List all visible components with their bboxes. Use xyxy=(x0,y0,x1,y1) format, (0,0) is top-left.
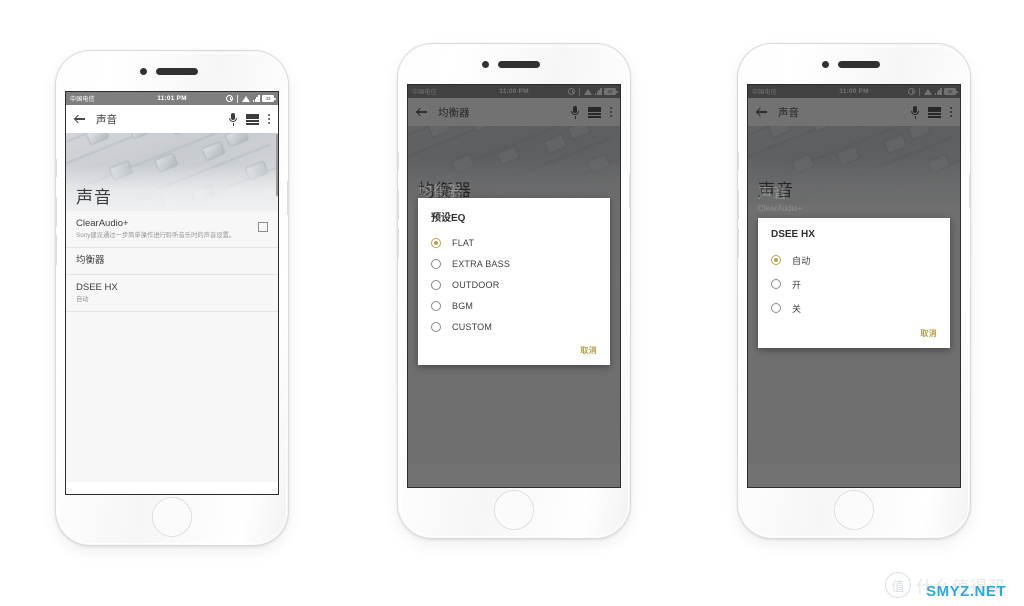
earpiece-speaker xyxy=(156,68,198,75)
watermark-badge: 值 xyxy=(885,572,911,598)
radio-button[interactable] xyxy=(431,300,441,311)
radio-option-off[interactable]: 关 xyxy=(758,296,950,320)
dialog-title: DSEE HX xyxy=(771,229,815,240)
option-label: 自动 xyxy=(792,255,811,266)
radio-option-custom[interactable]: CUSTOM xyxy=(418,316,610,337)
list-item-title: ClearAudio+ xyxy=(76,218,129,229)
overflow-menu-icon[interactable] xyxy=(267,113,270,126)
radio-option-auto[interactable]: 自动 xyxy=(758,248,950,272)
dialog-title: 预设EQ xyxy=(431,213,466,224)
radio-option-extra-bass[interactable]: EXTRA BASS xyxy=(418,253,610,274)
alarm-icon xyxy=(226,95,234,102)
volume-down-button[interactable] xyxy=(397,228,399,258)
option-label: OUTDOOR xyxy=(452,279,500,290)
power-button[interactable] xyxy=(629,174,631,208)
scrollbar-thumb[interactable] xyxy=(275,134,278,196)
home-button[interactable] xyxy=(153,498,191,536)
device-side-button[interactable] xyxy=(397,152,399,170)
front-camera-icon xyxy=(822,61,829,68)
settings-list-1: ClearAudio+ Sony建议通过一步简单操作进行聆听音乐时的声音设置。 … xyxy=(66,211,278,312)
radio-option-flat[interactable]: FLAT xyxy=(418,232,610,253)
battery-icon: 43 xyxy=(262,95,276,102)
back-arrow-icon[interactable] xyxy=(74,113,86,125)
radio-button[interactable] xyxy=(771,279,781,289)
list-item[interactable]: 均衡器 xyxy=(66,248,278,275)
list-item[interactable]: ClearAudio+ Sony建议通过一步简单操作进行聆听音乐时的声音设置。 xyxy=(66,211,278,248)
option-label: EXTRA BASS xyxy=(452,258,511,269)
preset-eq-dialog: 预设EQ FLAT EXTRA BASS OUTDOOR BGM CUSTOM xyxy=(418,198,610,365)
status-icons: 43 xyxy=(226,94,276,103)
home-button[interactable] xyxy=(495,491,533,529)
device-side-button[interactable] xyxy=(737,152,739,170)
bluetooth-icon xyxy=(236,94,240,103)
option-label: BGM xyxy=(452,300,474,311)
phone-device-3: 中国电信 11:00 PM 43 声音 xyxy=(737,44,971,538)
list-icon[interactable] xyxy=(246,113,259,125)
list-item[interactable]: DSEE HX 自动 xyxy=(66,275,278,312)
option-label: 关 xyxy=(792,303,802,314)
earpiece-speaker xyxy=(498,61,540,68)
radio-button[interactable] xyxy=(771,303,781,313)
radio-button[interactable] xyxy=(431,279,441,290)
earpiece-speaker xyxy=(838,61,880,68)
home-button[interactable] xyxy=(835,491,873,529)
screen-3: 中国电信 11:00 PM 43 声音 xyxy=(748,85,960,487)
wifi-icon xyxy=(242,95,251,102)
volume-up-button[interactable] xyxy=(55,197,57,227)
option-label: FLAT xyxy=(452,237,475,248)
front-camera-icon xyxy=(482,61,489,68)
watermark-url: SMYZ.NET xyxy=(926,583,1006,600)
toolbar-title: 声音 xyxy=(96,113,117,126)
cancel-button[interactable]: 取消 xyxy=(580,345,597,356)
dialog-actions: 取消 xyxy=(758,320,950,341)
list-item-title: 均衡器 xyxy=(76,255,105,266)
dialog-actions: 取消 xyxy=(418,337,610,358)
radio-button[interactable] xyxy=(431,237,441,248)
status-bar: 中国电信 11:01 PM 43 xyxy=(66,92,278,105)
radio-button[interactable] xyxy=(431,321,441,332)
volume-up-button[interactable] xyxy=(397,190,399,220)
hero-banner: 声音 xyxy=(66,133,278,211)
screen-2: 中国电信 11:00 PM 43 均衡器 xyxy=(408,85,620,487)
list-item-subtitle: 自动 xyxy=(76,296,89,303)
volume-down-button[interactable] xyxy=(55,235,57,265)
front-camera-icon xyxy=(140,68,147,75)
dsee-hx-dialog: DSEE HX 自动 开 关 取消 xyxy=(758,218,950,348)
clearaudio-checkbox[interactable] xyxy=(258,222,268,232)
behind-dialog-subtitle: ClearAudio+ xyxy=(758,204,803,213)
power-button[interactable] xyxy=(969,174,971,208)
option-label: CUSTOM xyxy=(452,321,493,332)
hero-title: 声音 xyxy=(76,188,112,207)
behind-dialog-title: 声音 xyxy=(758,185,788,201)
volume-down-button[interactable] xyxy=(737,228,739,258)
radio-button[interactable] xyxy=(771,255,781,265)
option-label: 开 xyxy=(792,279,802,290)
cancel-button[interactable]: 取消 xyxy=(920,328,937,339)
phone-device-1: 中国电信 11:01 PM 43 声音 声音 ClearAudio+ Sony建… xyxy=(55,51,289,545)
mic-icon[interactable] xyxy=(228,113,238,126)
screen-1: 中国电信 11:01 PM 43 声音 声音 ClearAudio+ Sony建… xyxy=(66,92,278,494)
app-toolbar: 声音 xyxy=(66,105,278,133)
volume-up-button[interactable] xyxy=(737,190,739,220)
signal-icon xyxy=(252,95,260,102)
list-item-subtitle: Sony建议通过一步简单操作进行聆听音乐时的声音设置。 xyxy=(76,232,236,239)
radio-button[interactable] xyxy=(431,258,441,269)
power-button[interactable] xyxy=(287,181,289,215)
radio-option-bgm[interactable]: BGM xyxy=(418,295,610,316)
radio-option-outdoor[interactable]: OUTDOOR xyxy=(418,274,610,295)
list-empty-area xyxy=(66,312,278,482)
list-item-title: DSEE HX xyxy=(76,282,118,293)
radio-option-on[interactable]: 开 xyxy=(758,272,950,296)
device-side-button[interactable] xyxy=(55,159,57,177)
phone-device-2: 中国电信 11:00 PM 43 均衡器 xyxy=(397,44,631,538)
